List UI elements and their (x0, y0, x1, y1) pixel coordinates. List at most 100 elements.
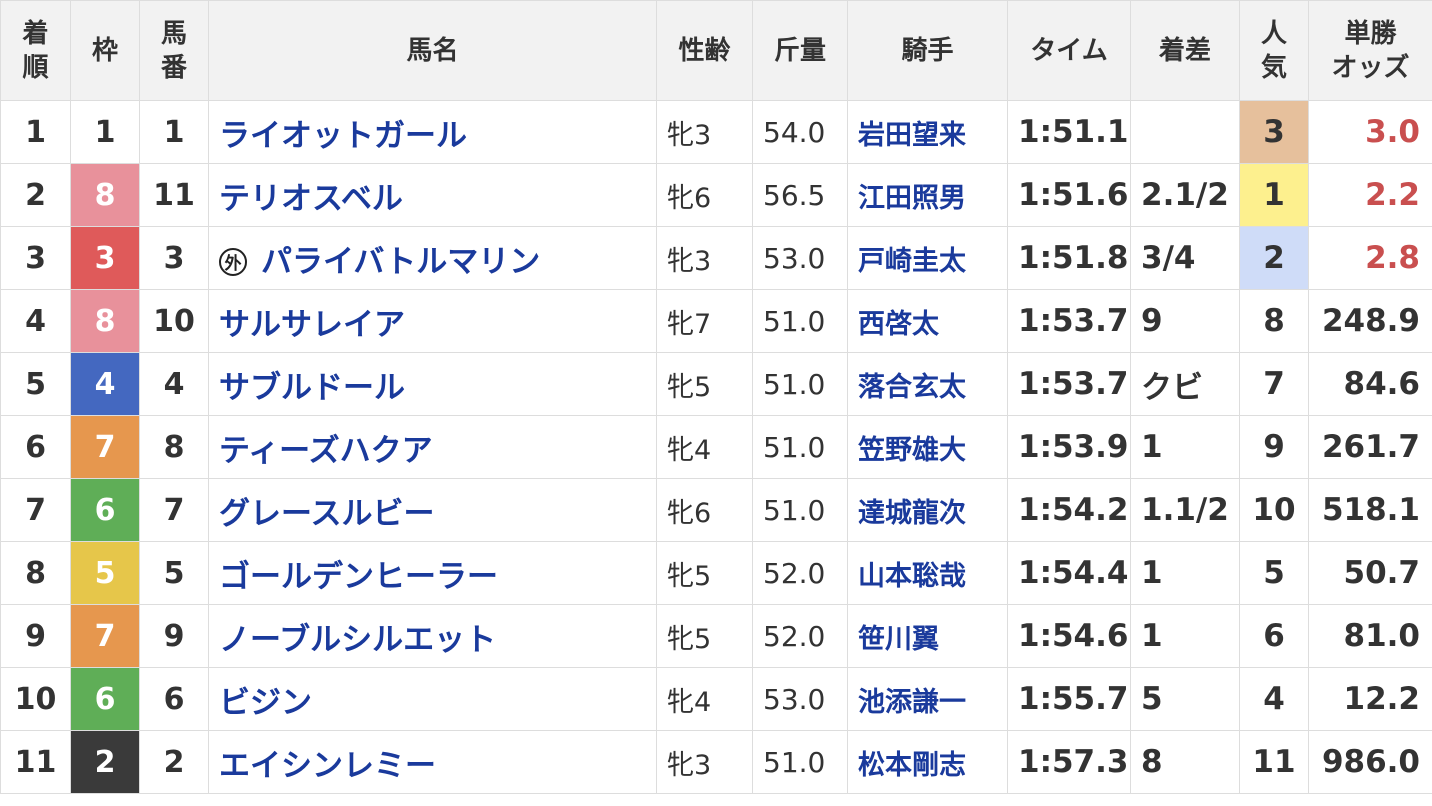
table-row: 1 1 1 ライオットガール 牝3 54.0 岩田望来 1:51.1 3 3.0 (0, 100, 1432, 164)
popularity-cell: 9 (1239, 415, 1309, 479)
jockey-link[interactable]: 落合玄太 (858, 372, 966, 403)
horse-name-link[interactable]: ゴールデンヒーラー (219, 559, 498, 595)
header-horse[interactable]: 馬名 (208, 0, 657, 101)
horse-name-cell: サブルドール (208, 352, 657, 416)
margin-cell: 1 (1130, 541, 1240, 605)
weight-cell: 51.0 (752, 478, 848, 542)
table-row: 6 7 8 ティーズハクア 牝4 51.0 笠野雄大 1:53.9 1 9 261.7 (0, 415, 1432, 479)
header-sexage[interactable]: 性齢 (656, 0, 753, 101)
margin-cell: 2.1/2 (1130, 163, 1240, 227)
margin-cell: 1 (1130, 415, 1240, 479)
margin-cell: 1.1/2 (1130, 478, 1240, 542)
header-pop-line2: 気 (1260, 52, 1287, 83)
sex-age-cell: 牝6 (656, 478, 753, 542)
sex-age-cell: 牝4 (656, 415, 753, 479)
time-cell: 1:54.6 (1007, 604, 1131, 668)
weight-cell: 51.0 (752, 415, 848, 479)
header-rank-line2: 順 (22, 52, 49, 83)
rank-cell: 10 (0, 667, 71, 731)
header-margin[interactable]: 着差 (1130, 0, 1240, 101)
jockey-link[interactable]: 池添謙一 (858, 687, 966, 718)
horse-name-link[interactable]: ティーズハクア (219, 433, 433, 469)
sex-age-cell: 牝3 (656, 730, 753, 794)
jockey-link[interactable]: 達城龍次 (858, 498, 966, 529)
popularity-cell: 1 (1239, 163, 1309, 227)
weight-cell: 54.0 (752, 100, 848, 164)
horse-name-link[interactable]: サルサレイア (219, 307, 405, 343)
table-row: 11 2 2 エイシンレミー 牝3 51.0 松本剛志 1:57.3 8 11 986.0 (0, 730, 1432, 794)
horse-number-cell: 4 (139, 352, 209, 416)
horse-name-cell: グレースルビー (208, 478, 657, 542)
table-row: 9 7 9 ノーブルシルエット 牝5 52.0 笹川翼 1:54.6 1 6 81.0 (0, 604, 1432, 668)
jockey-link[interactable]: 岩田望来 (858, 120, 966, 151)
margin-cell: 9 (1130, 289, 1240, 353)
horse-name-cell: ノーブルシルエット (208, 604, 657, 668)
header-odds[interactable]: 単勝 オッズ (1308, 0, 1432, 101)
margin-cell: 3/4 (1130, 226, 1240, 290)
horse-name-link[interactable]: サブルドール (219, 370, 405, 406)
horse-name-link[interactable]: エイシンレミー (219, 748, 436, 784)
horse-number-cell: 11 (139, 163, 209, 227)
horse-name-link[interactable]: ビジン (219, 685, 312, 721)
time-cell: 1:55.7 (1007, 667, 1131, 731)
time-cell: 1:54.2 (1007, 478, 1131, 542)
header-rank[interactable]: 着順 (0, 0, 71, 101)
horse-name-cell: テリオスベル (208, 163, 657, 227)
horse-name-link[interactable]: グレースルビー (219, 496, 434, 532)
sex-age-cell: 牝3 (656, 226, 753, 290)
horse-number-cell: 10 (139, 289, 209, 353)
gate-cell: 4 (70, 352, 140, 416)
header-pop[interactable]: 人気 (1239, 0, 1309, 101)
jockey-link[interactable]: 西啓太 (858, 309, 939, 340)
weight-cell: 52.0 (752, 541, 848, 605)
table-header: 着順 枠 馬番 馬名 性齢 斤量 騎手 タイム 着差 人気 単勝 オッズ (0, 0, 1432, 101)
jockey-cell: 戸崎圭太 (847, 226, 1008, 290)
horse-name-link[interactable]: ライオットガール (219, 118, 467, 154)
header-time[interactable]: タイム (1007, 0, 1131, 101)
odds-cell: 84.6 (1308, 352, 1432, 416)
header-num[interactable]: 馬番 (139, 0, 209, 101)
horse-name-link[interactable]: テリオスベル (219, 181, 403, 217)
jockey-link[interactable]: 戸崎圭太 (858, 246, 966, 277)
jockey-cell: 山本聡哉 (847, 541, 1008, 605)
rank-cell: 1 (0, 100, 71, 164)
odds-cell: 50.7 (1308, 541, 1432, 605)
horse-number-cell: 1 (139, 100, 209, 164)
jockey-link[interactable]: 松本剛志 (858, 750, 966, 781)
header-gate[interactable]: 枠 (70, 0, 140, 101)
weight-cell: 53.0 (752, 226, 848, 290)
margin-cell: クビ (1130, 352, 1240, 416)
table-row: 2 8 11 テリオスベル 牝6 56.5 江田照男 1:51.6 2.1/2 1 2.2 (0, 163, 1432, 227)
popularity-cell: 2 (1239, 226, 1309, 290)
jockey-link[interactable]: 笠野雄大 (858, 435, 966, 466)
jockey-cell: 松本剛志 (847, 730, 1008, 794)
header-num-line1: 馬 (160, 18, 187, 49)
horse-number-cell: 2 (139, 730, 209, 794)
horse-name-cell: ゴールデンヒーラー (208, 541, 657, 605)
header-weight[interactable]: 斤量 (752, 0, 848, 101)
jockey-cell: 江田照男 (847, 163, 1008, 227)
rank-cell: 6 (0, 415, 71, 479)
time-cell: 1:57.3 (1007, 730, 1131, 794)
gate-cell: 8 (70, 163, 140, 227)
horse-name-cell: ライオットガール (208, 100, 657, 164)
popularity-cell: 6 (1239, 604, 1309, 668)
margin-cell (1130, 100, 1240, 164)
odds-cell: 2.2 (1308, 163, 1432, 227)
sex-age-cell: 牝7 (656, 289, 753, 353)
jockey-link[interactable]: 江田照男 (858, 183, 966, 214)
header-jockey[interactable]: 騎手 (847, 0, 1008, 101)
horse-number-cell: 6 (139, 667, 209, 731)
odds-cell: 518.1 (1308, 478, 1432, 542)
table-row: 10 6 6 ビジン 牝4 53.0 池添謙一 1:55.7 5 4 12.2 (0, 667, 1432, 731)
jockey-link[interactable]: 山本聡哉 (858, 561, 966, 592)
table-row: 3 3 3 外パライバトルマリン 牝3 53.0 戸崎圭太 1:51.8 3/4 2 2.8 (0, 226, 1432, 290)
horse-number-cell: 3 (139, 226, 209, 290)
gate-cell: 6 (70, 667, 140, 731)
jockey-link[interactable]: 笹川翼 (858, 624, 939, 655)
horse-name-link[interactable]: ノーブルシルエット (219, 622, 496, 658)
gate-cell: 1 (70, 100, 140, 164)
gate-cell: 2 (70, 730, 140, 794)
odds-cell: 12.2 (1308, 667, 1432, 731)
horse-name-link[interactable]: パライバトルマリン (261, 244, 540, 280)
